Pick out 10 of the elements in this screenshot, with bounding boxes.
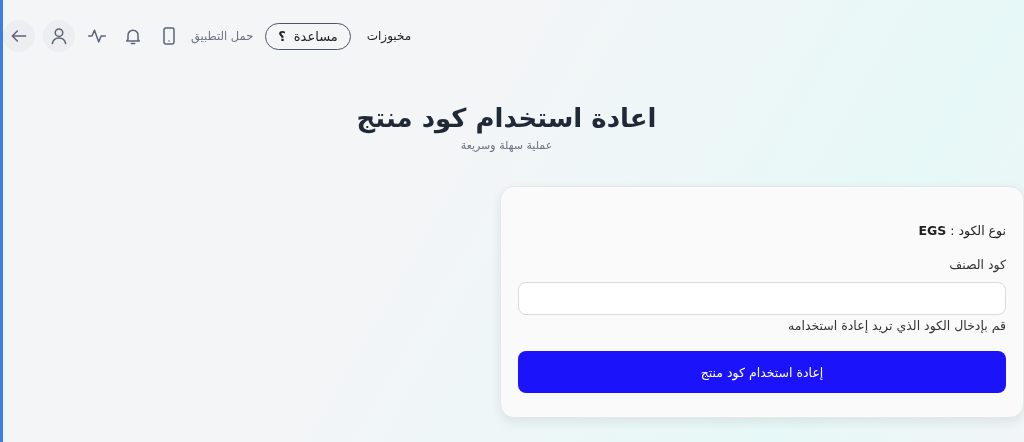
code-input-field[interactable] <box>518 282 1006 315</box>
submit-button[interactable]: إعادة استخدام كود منتج <box>518 351 1006 393</box>
field-label: كود الصنف <box>948 257 1006 272</box>
user-icon[interactable] <box>49 26 69 46</box>
page-subtitle: عملية سهلة وسريعة <box>460 139 553 152</box>
download-app-link[interactable]: حمل التطبيق <box>191 29 254 43</box>
activity-icon[interactable] <box>87 26 107 46</box>
brand-name[interactable]: مخبوزات <box>366 29 412 43</box>
page-title: اعادة استخدام كود منتج <box>356 103 657 133</box>
hint-text: قم بإدخال الكود الذي تريد إعادة استخدامه <box>787 318 1006 333</box>
